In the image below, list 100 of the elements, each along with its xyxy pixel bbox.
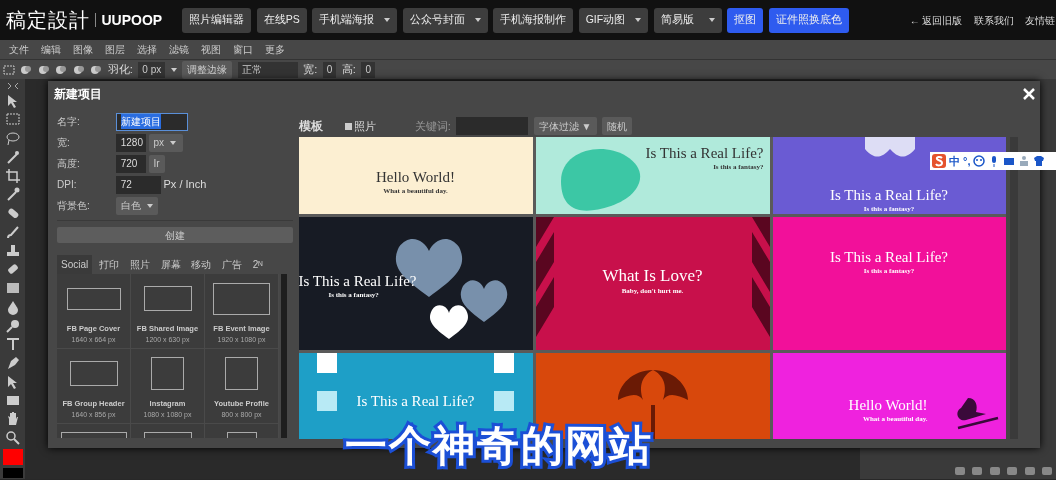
field-label: DPI:: [57, 178, 78, 192]
collapse-icon[interactable]: [6, 81, 19, 90]
random-button[interactable]: 随机: [602, 117, 632, 135]
menu-item[interactable]: 选择: [130, 42, 163, 57]
smiley-icon[interactable]: [973, 155, 986, 167]
nav-button[interactable]: GIF动图: [578, 7, 649, 33]
nav-button[interactable]: 证件照换底色: [768, 7, 849, 33]
stamp-icon[interactable]: [4, 242, 21, 259]
unit-dropdown[interactable]: px: [148, 133, 183, 152]
preset-tab[interactable]: 广告: [218, 255, 246, 274]
template-title: Hello World!: [376, 169, 455, 186]
selection-mode-icon[interactable]: [90, 63, 103, 76]
preset-tab[interactable]: 移动: [187, 255, 216, 274]
close-icon[interactable]: [1022, 88, 1035, 100]
nav-link[interactable]: ← 返回旧版: [909, 12, 963, 28]
menu-item[interactable]: 更多: [258, 42, 291, 57]
menu-item[interactable]: 视图: [194, 42, 227, 57]
preset-tab[interactable]: Social: [57, 255, 93, 274]
nav-button[interactable]: 简易版: [653, 7, 722, 33]
caret-icon: [384, 18, 391, 22]
template-title: Hello World!: [848, 397, 928, 414]
squares-drawing: [493, 353, 514, 411]
create-button[interactable]: 创建: [57, 227, 293, 243]
number-field[interactable]: 1280: [115, 133, 146, 152]
nav-button[interactable]: 手机海报制作: [493, 7, 574, 33]
field-label: 宽:: [57, 136, 71, 150]
menu-item[interactable]: 窗口: [226, 42, 259, 57]
preset-tab[interactable]: 打印: [95, 255, 123, 274]
name-field[interactable]: 新建项目: [115, 112, 188, 131]
template-title: Is This a Real Life?: [645, 145, 764, 162]
caret-icon: [474, 18, 481, 22]
nav-button[interactable]: 手机端海报: [312, 7, 398, 33]
menu-item[interactable]: 滤镜: [162, 42, 195, 57]
selection-mode-icon[interactable]: [55, 63, 68, 76]
keyword-label: 关键词:: [414, 118, 451, 134]
preset-tab[interactable]: 照片: [125, 255, 154, 274]
background-dropdown[interactable]: 白色: [115, 196, 158, 215]
marquee-icon[interactable]: [2, 63, 15, 76]
ime-logo-icon[interactable]: [932, 154, 946, 168]
template-title: Is This a Real Life?: [830, 249, 948, 266]
leaf-shape: [864, 137, 915, 159]
menu-item[interactable]: 编辑: [34, 42, 67, 57]
width-label: 宽:: [303, 62, 318, 78]
input-mode-indicator[interactable]: 中: [949, 152, 960, 170]
caret-icon: [635, 18, 642, 22]
height-field[interactable]: 0: [361, 61, 375, 78]
foreground-color-swatch[interactable]: [2, 448, 23, 465]
menu-item[interactable]: 图层: [98, 42, 131, 57]
caret-icon: [146, 203, 153, 208]
checkbox-label: 照片: [354, 118, 377, 134]
refine-edge-button[interactable]: 调整边缘: [182, 60, 233, 79]
selection-mode-icon[interactable]: [20, 63, 33, 76]
nav-button[interactable]: 公众号封面: [402, 7, 488, 33]
shirt-icon[interactable]: [1033, 155, 1046, 167]
logo-text: 稿定設計: [5, 8, 90, 33]
squares-drawing: [316, 353, 337, 411]
zoom-icon[interactable]: [4, 430, 21, 446]
dialog-title: 新建项目: [53, 86, 102, 103]
nav-button[interactable]: 照片编辑器: [182, 7, 252, 33]
template-title: What Is Love?: [602, 267, 703, 286]
feather-field[interactable]: 0 px: [138, 61, 166, 78]
marquee-icon[interactable]: [4, 111, 21, 128]
nav-button[interactable]: 抠图: [727, 7, 764, 33]
nav-link[interactable]: 联系我们: [973, 12, 1014, 28]
number-field[interactable]: 720: [115, 154, 146, 173]
selection-mode-icon[interactable]: [72, 63, 85, 76]
keyword-field[interactable]: [456, 117, 529, 135]
background-color-swatch[interactable]: [2, 467, 23, 478]
scrollbar[interactable]: [281, 274, 287, 438]
type-tool-icon[interactable]: [4, 336, 21, 353]
unit-button[interactable]: Ir: [148, 154, 165, 173]
unit-label: Px / Inch: [163, 177, 207, 193]
preset-tab[interactable]: 2ᴺ: [248, 255, 267, 274]
crop-icon[interactable]: [4, 167, 21, 184]
menu-item[interactable]: 文件: [2, 42, 35, 57]
nav-button[interactable]: 在线PS: [256, 7, 307, 33]
template-title: Is This a Real Life?: [356, 393, 475, 410]
preset-tab[interactable]: 屏幕: [156, 255, 185, 274]
selection-mode-icon[interactable]: [37, 63, 50, 76]
field-label: 名字:: [57, 115, 81, 129]
punctuation-indicator[interactable]: °,: [963, 152, 971, 170]
brand-name: UUPOOP: [101, 10, 163, 30]
feather-label: 羽化:: [107, 62, 133, 78]
lasso-icon[interactable]: [4, 130, 21, 146]
magnifier-tool-icon[interactable]: [4, 317, 21, 334]
font-filter-button[interactable]: 字体过滤 ▼: [533, 117, 597, 135]
caret-icon: [170, 140, 177, 145]
field-label: 背景色:: [57, 199, 91, 213]
menu-item[interactable]: 图像: [66, 42, 99, 57]
gradient-icon[interactable]: [4, 280, 21, 296]
caret-icon: [708, 18, 715, 22]
templates-title: 模板: [298, 118, 323, 135]
number-field[interactable]: 72: [115, 175, 161, 194]
caret-icon: [170, 67, 177, 72]
nav-link[interactable]: 友情链: [1024, 12, 1055, 28]
height-label: 高:: [341, 62, 356, 78]
style-dropdown[interactable]: 正常: [237, 61, 298, 78]
width-field[interactable]: 0: [322, 61, 337, 78]
photo-checkbox[interactable]: [344, 122, 352, 130]
scrollbar[interactable]: [1009, 137, 1018, 439]
